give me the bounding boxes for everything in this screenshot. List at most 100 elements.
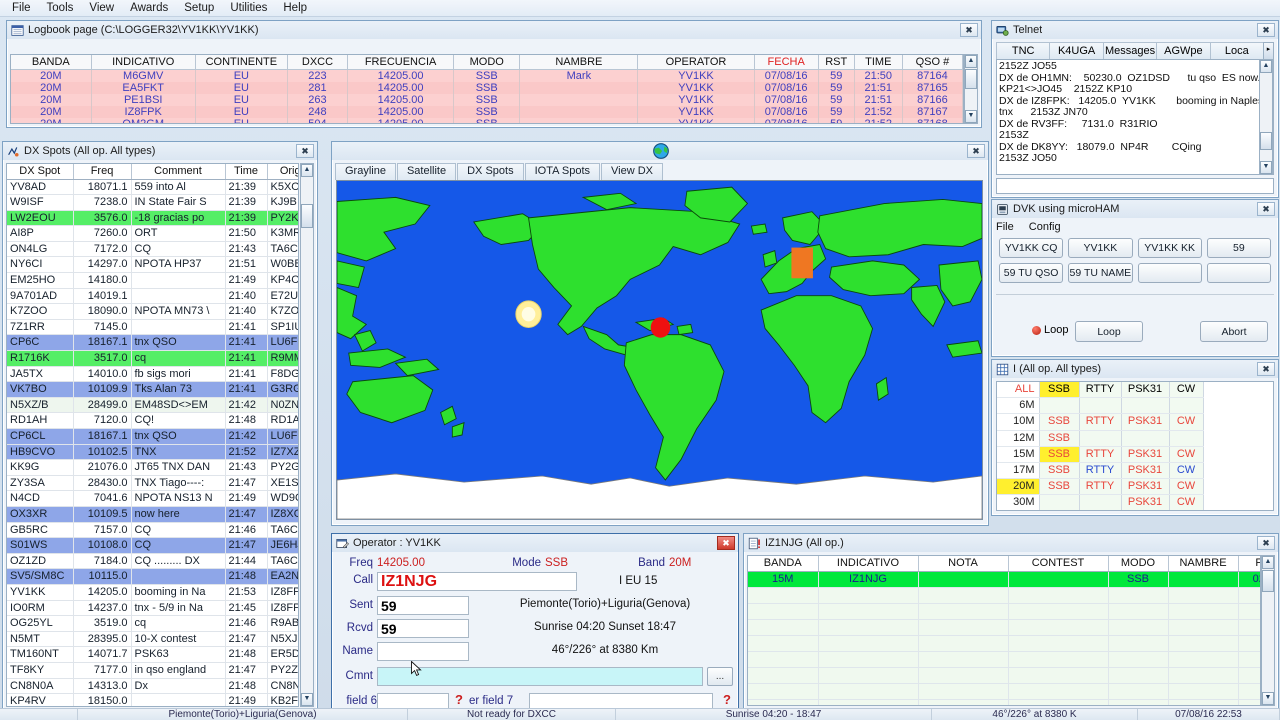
dxspot-row[interactable]: OG25YL 3519.0 cq 21:46 R9AB [7, 615, 298, 632]
telnet-tab-locator[interactable]: Loca [1209, 42, 1265, 60]
njg-col-indicativo[interactable]: INDICATIVO [818, 556, 919, 572]
logbook-col-banda[interactable]: BANDA [11, 55, 92, 70]
telnet-scroll-up-arrow[interactable]: ▲ [1260, 60, 1272, 73]
dxspot-row[interactable]: CP6C18167.1tnx QSO21:41LU6FHO [7, 334, 298, 352]
menu-setup[interactable]: Setup [176, 1, 222, 15]
telnet-vscrollbar[interactable]: ▲ ▼ [1259, 59, 1273, 175]
bandmode-row[interactable]: 20M SSB RTTY PSK31 CW [997, 478, 1273, 496]
logbook-scroll-down-arrow[interactable]: ▼ [965, 110, 977, 123]
dxspot-row[interactable]: OX3XR10109.5now here21:47IZ8XOC [7, 506, 298, 523]
bandmode-cell[interactable]: SSB [1039, 413, 1080, 431]
telnet-scroll-down-arrow[interactable]: ▼ [1260, 161, 1272, 174]
dxspot-row[interactable]: VK7BO10109.9Tks Alan 7321:41G3RGD [7, 381, 298, 398]
dxspot-row[interactable]: NY6CI14297.0NPOTA HP3721:51W0BBB [7, 256, 298, 274]
njg-row-empty[interactable] [748, 603, 1260, 620]
logbook-col-time[interactable]: TIME [854, 55, 903, 70]
bandmode-row[interactable]: 12M SSB [997, 430, 1273, 447]
bandmode-cell[interactable] [1039, 494, 1080, 510]
logbook-row[interactable]: 20M IZ8FPK EU 248 14205.00 SSB YV1KK 07/08/16 59… [11, 105, 963, 118]
dxspot-row[interactable]: OZ1ZD7184.0CQ ......... DX21:44TA6CO/ [7, 553, 298, 570]
operator-field6-help-icon[interactable]: ? [455, 692, 463, 707]
dxspots-col-origin[interactable]: Origin [267, 164, 298, 180]
bandmode-cell[interactable]: PSK31 [1121, 478, 1170, 496]
world-map[interactable] [336, 180, 983, 520]
menu-help[interactable]: Help [275, 1, 315, 15]
dxspot-row[interactable]: TM160NT14071.7PSK6321:48ER5DX [7, 646, 298, 663]
njg-col-nambre[interactable]: NAMBRE [1168, 556, 1239, 572]
logbook-row[interactable]: 20M PE1BSI EU 263 14205.00 SSB YV1KK 07/08/16 59… [11, 93, 963, 106]
dxspot-row[interactable]: R1716K3517.0cq21:41R9MM [7, 350, 298, 367]
njg-scroll-thumb[interactable] [1262, 570, 1274, 592]
logbook-grid[interactable]: BANDA INDICATIVO CONTINENTE DXCC FRECUEN… [10, 54, 964, 124]
bandmode-cell[interactable]: PSK31 [1121, 494, 1170, 510]
njg-col-contest[interactable]: CONTEST [1008, 556, 1109, 572]
njg-scroll-up-arrow[interactable]: ▲ [1262, 556, 1274, 569]
njg-grid[interactable]: BANDA INDICATIVO NOTA CONTEST MODO NAMBR… [747, 555, 1261, 706]
telnet-tab-messages[interactable]: Messages [1102, 42, 1158, 60]
dxspot-row[interactable]: N5XZ/B28499.0EM48SD<>EM21:42N0ZNA [7, 397, 298, 414]
bandmode-cell[interactable]: PSK31 [1121, 413, 1170, 431]
bandmode-row[interactable]: 10M SSB RTTY PSK31 CW [997, 413, 1273, 431]
njg-row[interactable]: 15MIZ1NJG SSB 02/06/14 [748, 571, 1260, 588]
dvk-button-6[interactable]: 59 TU NAME [1068, 263, 1133, 283]
njg-col-modo[interactable]: MODO [1108, 556, 1169, 572]
logbook-col-nambre[interactable]: NAMBRE [519, 55, 639, 70]
dxspot-row[interactable]: CP6CL18167.1tnx QSO21:42LU6FHO [7, 428, 298, 445]
map-tab-grayline[interactable]: Grayline [335, 163, 396, 180]
dxspot-row[interactable]: ON4LG7172.0CQ21:43TA6CO/ [7, 241, 298, 258]
menu-tools[interactable]: Tools [39, 1, 82, 15]
bandmode-col-all[interactable]: ALL [997, 382, 1040, 399]
telnet-tab-k4uga[interactable]: K4UGA [1049, 42, 1104, 60]
njg-vscrollbar[interactable]: ▲ ▼ [1261, 555, 1275, 706]
bandmode-cell[interactable] [1079, 397, 1122, 415]
njg-row-empty[interactable] [748, 651, 1260, 668]
dvk-button-3[interactable]: YV1KK KK [1137, 238, 1202, 258]
logbook-row[interactable]: 20M M6GMV EU 223 14205.00 SSB Mark YV1KK 07/08/1… [11, 69, 963, 82]
bandmode-cell[interactable]: CW [1169, 478, 1204, 496]
dxspot-row[interactable]: N4CD7041.6NPOTA NS13 N21:49WD9O [7, 490, 298, 507]
map-tab-satellite[interactable]: Satellite [396, 163, 457, 180]
logbook-row[interactable]: 20M OM2GM EU 504 14205.00 SSB YV1KK 07/08/16 59 2… [11, 117, 963, 123]
dxspot-row[interactable]: YV8AD 18071.1 559 into Al 21:39 K5XO [7, 179, 298, 196]
bandmode-cell[interactable]: SSB [1039, 478, 1080, 496]
dxspot-row[interactable]: LW2EOU3576.0-18 gracias po21:39PY2KNK [7, 210, 298, 227]
dxspot-row[interactable]: CN8N0A14313.0Dx21:48CN8NOA [7, 678, 298, 695]
telnet-scroll-thumb[interactable] [1260, 132, 1272, 150]
dvk-button-8[interactable] [1206, 263, 1271, 283]
dxspot-row[interactable]: AI8P7260.0ORT21:50K3MRK [7, 225, 298, 242]
bandmode-cell[interactable]: RTTY [1079, 413, 1122, 431]
dvk-button-7[interactable] [1137, 263, 1202, 283]
bandmode-cell[interactable]: CW [1169, 494, 1204, 510]
menu-file[interactable]: File [4, 1, 39, 15]
dxspots-close-button[interactable]: ✖ [296, 144, 314, 158]
dxspots-grid[interactable]: DX Spot Freq Comment Time Origin YV8AD18… [6, 163, 299, 707]
menu-utilities[interactable]: Utilities [222, 1, 275, 15]
dxspot-row[interactable]: ZY3SA28430.0TNX Tiago----:21:47XE1SDK [7, 475, 298, 492]
bandmode-cell[interactable]: SSB [1039, 462, 1080, 480]
bandmode-col-rtty[interactable]: RTTY [1079, 382, 1122, 399]
dxspot-row[interactable]: 9A701AD 14019.1 21:40 E72U [7, 288, 298, 305]
map-tab-viewdx[interactable]: View DX [601, 163, 663, 180]
dxspots-scroll-thumb[interactable] [301, 204, 313, 228]
dxspot-row[interactable]: GB5RC7157.0CQ21:46TA6CO/ [7, 522, 298, 539]
operator-cmnt-browse-button[interactable]: ... [707, 667, 733, 686]
dxspots-scroll-down-arrow[interactable]: ▼ [301, 693, 313, 706]
logbook-vscrollbar[interactable]: ▲ ▼ [964, 54, 978, 124]
map-tab-iotaspots[interactable]: IOTA Spots [524, 163, 601, 180]
menu-view[interactable]: View [81, 1, 122, 15]
dxspots-scroll-up-arrow[interactable]: ▲ [301, 164, 313, 177]
bandmode-row[interactable]: 17M SSB RTTY PSK31 CW [997, 462, 1273, 480]
dxspots-col-spot[interactable]: DX Spot [7, 164, 74, 180]
bandmode-cell[interactable] [1169, 397, 1204, 415]
map-tab-dxspots[interactable]: DX Spots [457, 163, 524, 180]
bandmode-cell[interactable]: PSK31 [1121, 462, 1170, 480]
logbook-col-fecha[interactable]: FECHA [754, 55, 819, 70]
dxspots-col-comment[interactable]: Comment [131, 164, 226, 180]
telnet-tabs-more-button[interactable]: ▸ [1263, 42, 1275, 60]
dxspot-row[interactable]: IO0RM14237.0tnx - 5/9 in Na21:45IZ8FPK [7, 600, 298, 617]
dxspot-row[interactable]: N5MT 28395.0 10-X contest 21:47 N5XJ [7, 631, 298, 648]
dxspot-row[interactable]: RD1AH7120.0CQ!21:48RD1AH [7, 412, 298, 429]
dxspots-vscrollbar[interactable]: ▲ ▼ [300, 163, 314, 707]
bandmode-cell[interactable]: RTTY [1079, 462, 1122, 480]
operator-close-button[interactable]: ✖ [717, 536, 735, 550]
